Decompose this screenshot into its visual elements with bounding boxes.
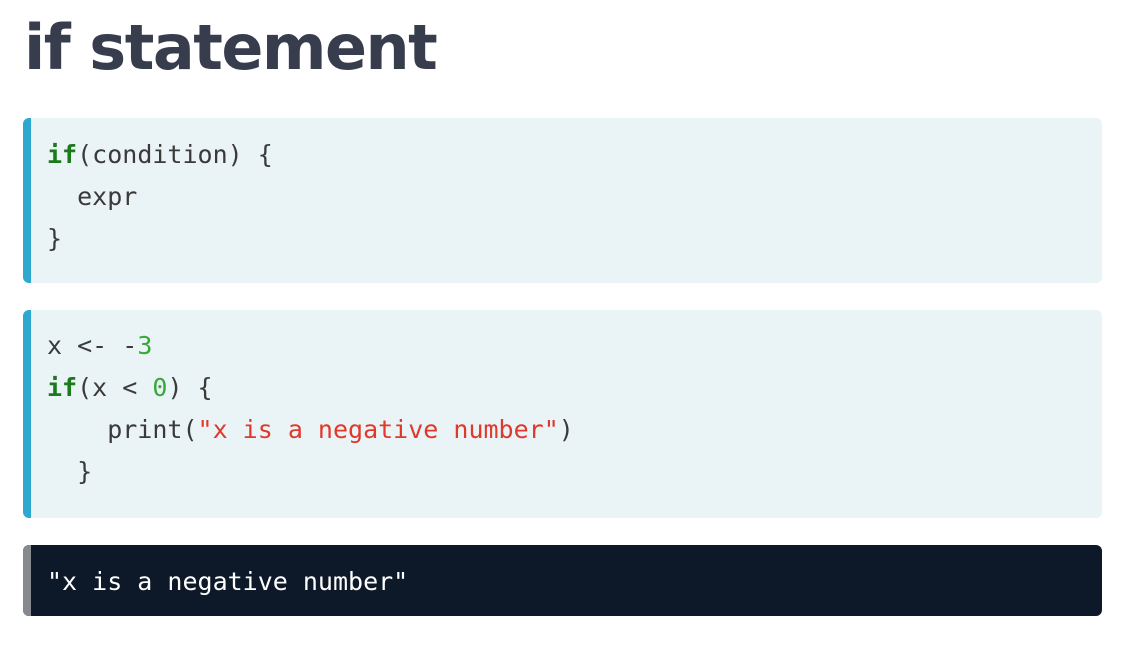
code-text: x <- - — [47, 331, 138, 360]
code-text: ) — [558, 415, 574, 444]
code-text: ) { — [167, 373, 213, 402]
page-title: if statement — [24, 11, 438, 84]
code-text: expr — [47, 182, 138, 211]
string-literal: "x is a negative number" — [197, 415, 559, 444]
code-text: } — [47, 457, 93, 486]
code-text: print( — [47, 415, 198, 444]
code-text: } — [47, 224, 63, 253]
syntax-code-block: if(condition) { expr } — [23, 118, 1102, 283]
example-code: x <- -3 if(x < 0) { print("x is a negati… — [23, 310, 1102, 493]
code-accent-bar — [23, 310, 31, 518]
code-text: (x < — [77, 373, 153, 402]
output-accent-bar — [23, 545, 31, 616]
number-literal: 3 — [137, 331, 153, 360]
code-accent-bar — [23, 118, 31, 283]
number-literal: 0 — [152, 373, 168, 402]
keyword-if: if — [47, 140, 78, 169]
keyword-if: if — [47, 373, 78, 402]
syntax-code: if(condition) { expr } — [23, 118, 1102, 260]
code-text: (condition) { — [77, 140, 273, 169]
example-code-block: x <- -3 if(x < 0) { print("x is a negati… — [23, 310, 1102, 518]
output-block: "x is a negative number" — [23, 545, 1102, 616]
output-text: "x is a negative number" — [47, 567, 409, 596]
